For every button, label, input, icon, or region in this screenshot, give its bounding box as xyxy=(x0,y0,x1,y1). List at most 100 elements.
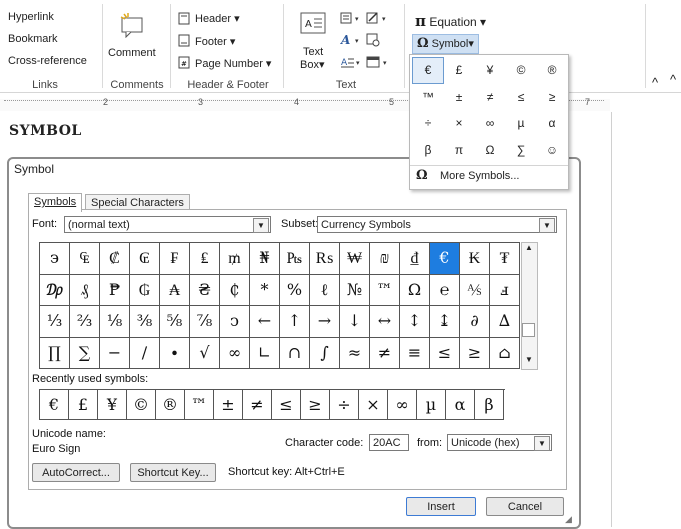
symbol-cell[interactable]: ₢ xyxy=(130,243,160,275)
hyperlink-button[interactable]: Hyperlink xyxy=(8,11,54,23)
symbol-cell[interactable]: ∆ xyxy=(490,306,520,338)
recent-symbol-cell[interactable]: € xyxy=(40,390,69,420)
scroll-up-icon[interactable]: ▲ xyxy=(525,243,533,252)
symbol-cell[interactable]: ϶ xyxy=(40,243,70,275)
footer-button[interactable]: Footer ▾ xyxy=(195,35,235,48)
scrollbar-thumb[interactable] xyxy=(522,323,535,337)
symbol-cell[interactable]: ₫ xyxy=(400,243,430,275)
symbol-cell[interactable]: ⅎ xyxy=(490,274,520,306)
symbol-cell[interactable]: ∩ xyxy=(280,337,310,369)
symbol-cell[interactable]: ₯ xyxy=(40,274,70,306)
recent-symbol-cell[interactable]: ÷ xyxy=(330,390,359,420)
more-symbols-button[interactable]: More Symbols... xyxy=(440,170,519,182)
symbol-cell[interactable]: ↓ xyxy=(340,306,370,338)
symbol-cell[interactable]: ≥ xyxy=(460,337,490,369)
gallery-symbol[interactable]: ¥ xyxy=(475,58,505,83)
symbol-cell[interactable]: ⅓ xyxy=(40,306,70,338)
symbol-cell[interactable]: ∑ xyxy=(70,337,100,369)
gallery-symbol[interactable]: ± xyxy=(444,85,474,110)
symbol-cell[interactable]: ₦ xyxy=(250,243,280,275)
symbol-cell[interactable]: ⅔ xyxy=(70,306,100,338)
chevron-up-icon[interactable]: ^ xyxy=(670,72,676,87)
symbol-cell[interactable]: ↄ xyxy=(220,306,250,338)
symbol-cell[interactable]: ↨ xyxy=(430,306,460,338)
symbol-cell[interactable]: * xyxy=(250,274,280,306)
scroll-down-icon[interactable]: ▼ xyxy=(525,355,533,364)
symbol-cell[interactable]: ⅛ xyxy=(100,306,130,338)
symbol-cell[interactable]: ₭ xyxy=(460,243,490,275)
gallery-symbol[interactable]: × xyxy=(444,111,474,136)
page-number-button[interactable]: Page Number ▾ xyxy=(195,57,271,70)
tab-symbols[interactable]: Symbols xyxy=(28,193,83,212)
symbol-cell[interactable]: → xyxy=(310,306,340,338)
symbol-cell[interactable]: ₠ xyxy=(70,243,100,275)
recent-symbol-cell[interactable]: ¥ xyxy=(98,390,127,420)
gallery-symbol[interactable]: ® xyxy=(537,58,567,83)
recent-symbol-cell[interactable]: ≥ xyxy=(301,390,330,420)
symbol-cell[interactable]: ₤ xyxy=(190,243,220,275)
recent-symbol-cell[interactable]: £ xyxy=(69,390,98,420)
recent-symbol-cell[interactable]: ∞ xyxy=(388,390,417,420)
symbol-cell[interactable]: ↑ xyxy=(280,306,310,338)
collapse-ribbon-icon[interactable]: ^ xyxy=(652,75,658,90)
symbol-cell[interactable]: ↔ xyxy=(370,306,400,338)
symbol-cell[interactable]: ₣ xyxy=(160,243,190,275)
symbol-cell[interactable]: ⅜ xyxy=(130,306,160,338)
autocorrect-button[interactable]: AutoCorrect... xyxy=(32,463,120,482)
cancel-button[interactable]: Cancel xyxy=(486,497,564,516)
gallery-symbol[interactable]: α xyxy=(537,111,567,136)
gallery-symbol[interactable]: ≥ xyxy=(537,85,567,110)
recent-symbol-cell[interactable]: ® xyxy=(156,390,185,420)
object-icon[interactable]: ▾ xyxy=(366,55,396,72)
text-box-icon[interactable]: A xyxy=(300,12,326,39)
header-button[interactable]: Header ▾ xyxy=(195,12,240,25)
symbol-cell[interactable]: ≤ xyxy=(430,337,460,369)
chevron-down-icon[interactable]: ▼ xyxy=(253,218,269,233)
symbol-cell[interactable]: € xyxy=(430,243,460,275)
symbol-cell[interactable]: ℓ xyxy=(310,274,340,306)
gallery-symbol[interactable]: ☺ xyxy=(537,138,567,163)
wordart-icon[interactable]: A ▾ xyxy=(340,33,366,50)
gallery-symbol[interactable]: ∞ xyxy=(475,111,505,136)
symbol-cell[interactable]: % xyxy=(280,274,310,306)
symbol-cell[interactable]: ℮ xyxy=(430,274,460,306)
symbol-cell[interactable]: ∞ xyxy=(220,337,250,369)
symbol-cell[interactable]: № xyxy=(340,274,370,306)
gallery-symbol[interactable]: £ xyxy=(444,58,474,83)
symbol-cell[interactable]: ∂ xyxy=(460,306,490,338)
symbol-cell[interactable]: √ xyxy=(190,337,220,369)
symbol-cell[interactable]: ≠ xyxy=(370,337,400,369)
symbol-cell[interactable]: ⌂ xyxy=(490,337,520,369)
gallery-symbol[interactable]: Ω xyxy=(475,138,505,163)
symbol-cell[interactable]: ₵ xyxy=(220,274,250,306)
subset-select[interactable]: Currency Symbols ▼ xyxy=(317,216,557,233)
recent-symbol-cell[interactable]: ≠ xyxy=(243,390,272,420)
symbol-cell[interactable]: ₡ xyxy=(100,243,130,275)
symbol-cell[interactable]: ₩ xyxy=(340,243,370,275)
symbol-cell[interactable]: ∕ xyxy=(130,337,160,369)
character-code-input[interactable]: 20AC xyxy=(369,434,409,451)
symbol-cell[interactable]: ₨ xyxy=(310,243,340,275)
symbol-cell[interactable]: ™ xyxy=(370,274,400,306)
cross-reference-button[interactable]: Cross-reference xyxy=(8,55,87,67)
symbol-cell[interactable]: ⅍ xyxy=(460,274,490,306)
drop-cap-icon[interactable]: A ▾ xyxy=(340,55,366,72)
symbol-cell[interactable]: ∏ xyxy=(40,337,70,369)
recent-symbol-cell[interactable]: ≤ xyxy=(272,390,301,420)
chevron-down-icon[interactable]: ▼ xyxy=(534,436,550,451)
quick-parts-icon[interactable]: ▾ xyxy=(340,11,366,28)
symbol-button[interactable]: Ω Symbol▾ xyxy=(412,34,479,54)
recent-symbol-cell[interactable]: α xyxy=(446,390,475,420)
symbol-cell[interactable]: ← xyxy=(250,306,280,338)
gallery-symbol[interactable]: © xyxy=(506,58,536,83)
gallery-symbol[interactable]: ≤ xyxy=(506,85,536,110)
symbol-cell[interactable]: Ω xyxy=(400,274,430,306)
recent-symbol-cell[interactable]: ± xyxy=(214,390,243,420)
gallery-symbol[interactable]: ∑ xyxy=(506,138,536,163)
signature-line-icon[interactable]: ▾ xyxy=(366,11,396,28)
insert-button[interactable]: Insert xyxy=(406,497,476,516)
from-select[interactable]: Unicode (hex) ▼ xyxy=(447,434,552,451)
symbol-cell[interactable]: ₴ xyxy=(190,274,220,306)
symbol-cell[interactable]: ∟ xyxy=(250,337,280,369)
symbol-cell[interactable]: ₧ xyxy=(280,243,310,275)
